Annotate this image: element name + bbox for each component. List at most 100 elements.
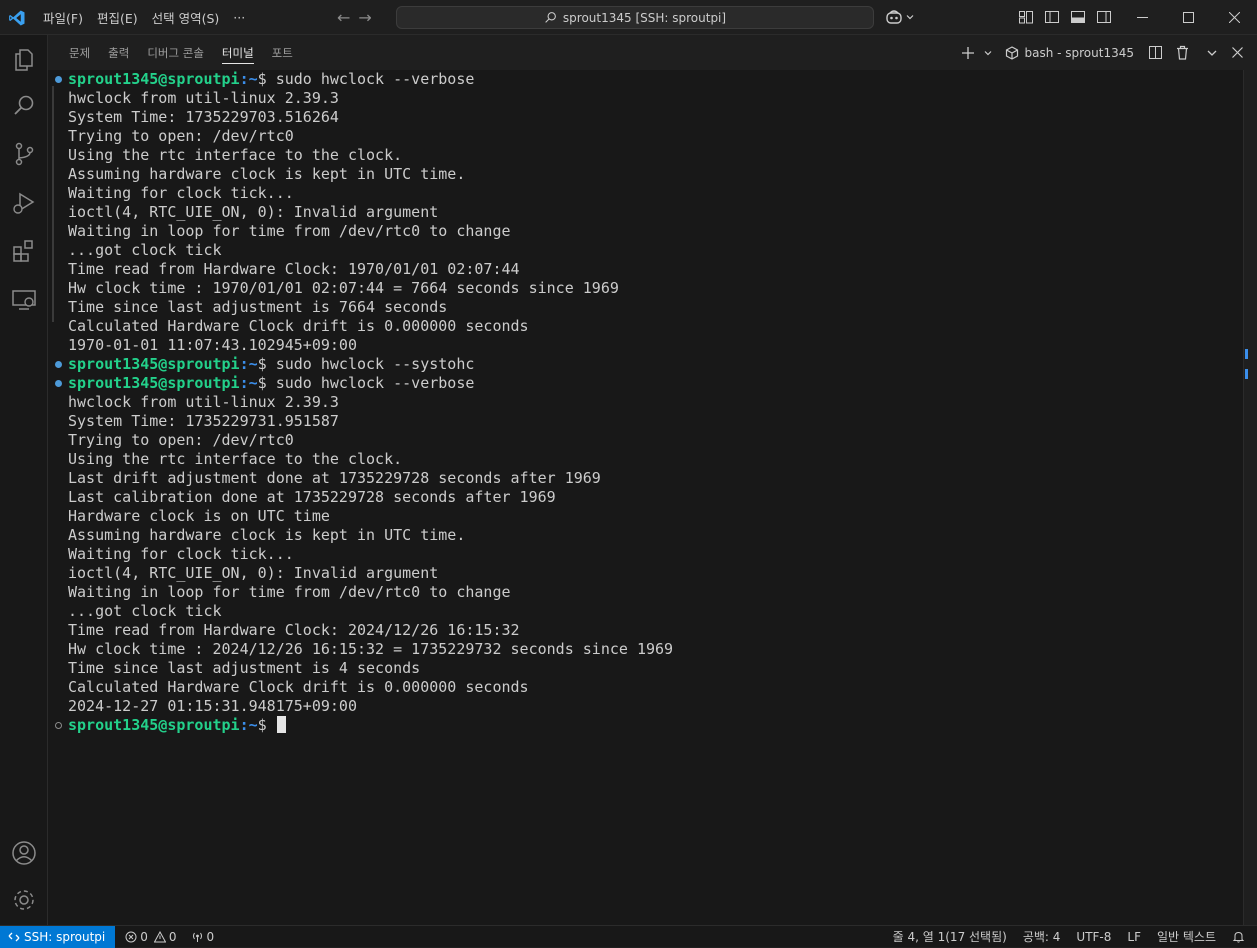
terminal-view[interactable]: sprout1345@sproutpi:~$ sudo hwclock --ve… — [48, 70, 1243, 925]
back-arrow-icon[interactable]: ← — [337, 8, 350, 27]
menu-file[interactable]: 파일(F) — [36, 8, 90, 27]
split-terminal-icon[interactable] — [1148, 45, 1163, 60]
encoding[interactable]: UTF-8 — [1076, 930, 1111, 944]
title-bar: 파일(F) 편집(E) 선택 영역(S) ··· ← → sprout1345 … — [0, 0, 1257, 35]
close-button[interactable] — [1211, 0, 1257, 35]
cursor-position[interactable]: 줄 4, 열 1(17 선택됨) — [893, 928, 1007, 945]
remote-label: SSH: sproutpi — [24, 929, 106, 944]
command-decoration-icon[interactable] — [55, 361, 62, 368]
terminal-output-line: Hw clock time : 2024/12/26 16:15:32 = 17… — [68, 640, 674, 658]
remote-indicator[interactable]: SSH: sproutpi — [0, 925, 116, 948]
accounts-icon[interactable] — [11, 840, 37, 866]
chevron-down-icon[interactable] — [1206, 47, 1218, 59]
terminal-output-line: Using the rtc interface to the clock. — [68, 146, 403, 164]
copilot-menu[interactable] — [885, 9, 915, 25]
terminal-box-icon — [1006, 45, 1019, 60]
command-center[interactable]: sprout1345 [SSH: sproutpi] — [396, 6, 874, 29]
panel-tabs: 문제 출력 디버그 콘솔 터미널 포트 — [60, 35, 302, 70]
prompt-path: :~ — [239, 355, 258, 373]
menu-edit[interactable]: 편집(E) — [90, 8, 145, 27]
language-mode[interactable]: 일반 텍스트 — [1157, 928, 1216, 945]
terminal-cursor — [276, 716, 286, 733]
notifications-bell-icon[interactable] — [1232, 930, 1245, 943]
error-icon — [125, 931, 137, 942]
status-left: 0 0 0 — [125, 930, 214, 944]
terminal-output-line: Time since last adjustment is 4 seconds — [68, 659, 421, 677]
terminal-output-line: Assuming hardware clock is kept in UTC t… — [68, 526, 466, 544]
command-decoration-icon[interactable] — [55, 76, 62, 83]
command-group-marker — [52, 86, 54, 322]
new-terminal-icon[interactable] — [961, 46, 975, 60]
menu-more[interactable]: ··· — [226, 10, 252, 25]
minimize-icon — [1136, 17, 1148, 18]
panel-header: 문제 출력 디버그 콘솔 터미널 포트 bash - sprout1345 — [48, 35, 1257, 70]
chevron-down-icon[interactable] — [983, 48, 993, 58]
error-count: 0 — [140, 929, 148, 944]
close-icon[interactable] — [1232, 47, 1243, 58]
warning-icon — [153, 930, 166, 942]
tab-debug-console[interactable]: 디버그 콘솔 — [138, 35, 213, 70]
terminal-output-line: Trying to open: /dev/rtc0 — [68, 431, 294, 449]
window-controls — [1119, 0, 1257, 35]
forward-arrow-icon[interactable]: → — [358, 8, 371, 27]
terminal-output-line: ...got clock tick — [68, 241, 222, 259]
close-icon — [1228, 12, 1240, 23]
broadcast-icon — [192, 932, 202, 942]
remote-explorer-icon[interactable] — [11, 287, 37, 313]
terminal-selector[interactable]: bash - sprout1345 — [1005, 46, 1134, 60]
minimize-button[interactable] — [1119, 0, 1165, 35]
gear-icon[interactable] — [11, 887, 37, 913]
explorer-icon[interactable] — [11, 47, 37, 73]
terminal-output-line: ioctl(4, RTC_UIE_ON, 0): Invalid argumen… — [68, 203, 439, 221]
command-text: sudo hwclock --verbose — [275, 70, 475, 88]
prompt-symbol: $ — [257, 374, 276, 392]
terminal-output-line: Assuming hardware clock is kept in UTC t… — [68, 165, 466, 183]
terminal-output-line: Trying to open: /dev/rtc0 — [68, 127, 294, 145]
search-icon[interactable] — [11, 93, 37, 119]
tab-terminal[interactable]: 터미널 — [213, 35, 263, 70]
tab-problems[interactable]: 문제 — [60, 35, 99, 70]
warning-count: 0 — [168, 929, 177, 944]
problems-indicator[interactable]: 0 0 — [125, 929, 177, 944]
source-control-icon[interactable] — [11, 141, 37, 167]
menu-bar: 파일(F) 편집(E) 선택 영역(S) ··· — [36, 0, 252, 35]
terminal-output-line: hwclock from util-linux 2.39.3 — [68, 89, 339, 107]
tab-ports[interactable]: 포트 — [263, 35, 302, 70]
chevron-down-icon — [906, 15, 914, 20]
command-decoration-icon[interactable] — [55, 380, 62, 387]
toggle-primary-sidebar-icon[interactable] — [1044, 9, 1060, 25]
indentation[interactable]: 공백: 4 — [1023, 928, 1061, 945]
run-and-debug-icon[interactable] — [11, 190, 37, 216]
prompt-symbol: $ — [257, 70, 276, 88]
terminal-output-line: 2024-12-27 01:15:31.948175+09:00 — [68, 697, 357, 715]
prompt-user: sprout1345@sproutpi — [68, 355, 240, 373]
maximize-icon — [1182, 12, 1194, 23]
terminal-output-line: Calculated Hardware Clock drift is 0.000… — [68, 678, 529, 696]
terminal-output-line: Calculated Hardware Clock drift is 0.000… — [68, 317, 529, 335]
command-decoration-icon[interactable] — [55, 722, 62, 729]
tab-output[interactable]: 출력 — [99, 35, 138, 70]
end-of-line[interactable]: LF — [1127, 930, 1141, 944]
terminal-output-line: System Time: 1735229703.516264 — [68, 108, 339, 126]
scrollbar-command-marker — [1245, 349, 1248, 359]
terminal-output-line: Waiting in loop for time from /dev/rtc0 … — [68, 583, 511, 601]
terminal-output-line: Waiting for clock tick... — [68, 545, 294, 563]
terminal-output-line: Time read from Hardware Clock: 1970/01/0… — [68, 260, 520, 278]
extensions-icon[interactable] — [11, 238, 37, 264]
terminal-output-line: Time since last adjustment is 7664 secon… — [68, 298, 448, 316]
terminal-scrollbar[interactable] — [1243, 70, 1257, 925]
maximize-button[interactable] — [1165, 0, 1211, 35]
toggle-panel-icon[interactable] — [1070, 9, 1086, 25]
command-text: sudo hwclock --verbose — [275, 374, 475, 392]
prompt-symbol: $ — [257, 716, 276, 734]
status-right: 줄 4, 열 1(17 선택됨) 공백: 4 UTF-8 LF 일반 텍스트 — [893, 926, 1245, 947]
terminal-output-line: ioctl(4, RTC_UIE_ON, 0): Invalid argumen… — [68, 564, 439, 582]
customize-layout-icon[interactable] — [1018, 9, 1034, 25]
ports-indicator[interactable]: 0 — [191, 930, 214, 944]
menu-selection[interactable]: 선택 영역(S) — [145, 8, 227, 27]
terminal-name: bash - sprout1345 — [1024, 45, 1134, 60]
toggle-secondary-sidebar-icon[interactable] — [1096, 9, 1112, 25]
terminal-output-line: Hardware clock is on UTC time — [68, 507, 330, 525]
panel-actions: bash - sprout1345 — [961, 35, 1243, 70]
trash-icon[interactable] — [1175, 45, 1190, 60]
